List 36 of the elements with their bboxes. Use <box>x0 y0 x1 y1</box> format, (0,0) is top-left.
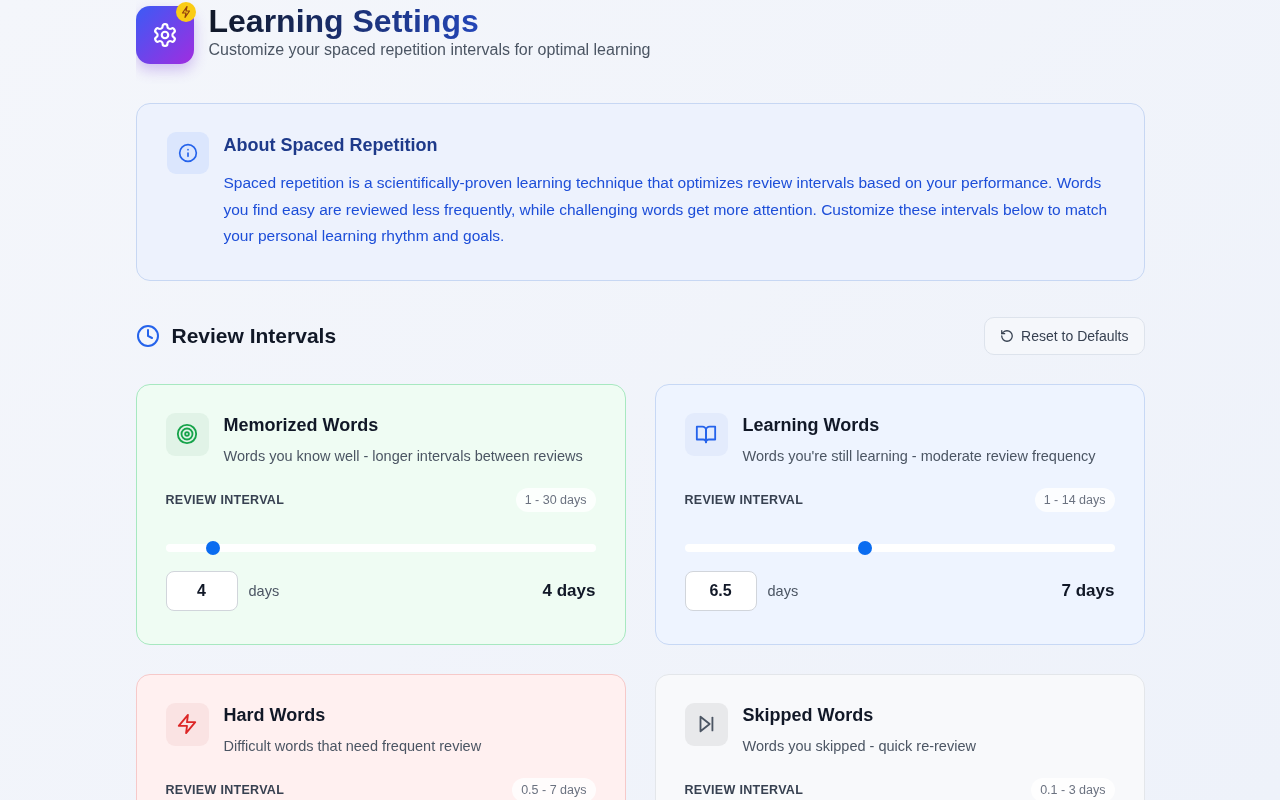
range-pill: 1 - 14 days <box>1034 487 1115 512</box>
lightning-badge-icon <box>175 2 196 22</box>
card-description: Difficult words that need frequent review <box>223 737 482 754</box>
page-subtitle: Customize your spaced repetition intervals for optimal learning <box>208 41 651 59</box>
reset-icon <box>1000 328 1015 343</box>
card-title: Skipped Words <box>742 704 875 726</box>
interval-label: REVIEW INTERVAL <box>684 782 804 797</box>
interval-slider[interactable] <box>684 543 1115 552</box>
card-description: Words you're still learning - moderate review frequency <box>742 447 1096 464</box>
clock-icon <box>135 323 160 348</box>
interval-input[interactable]: 6.5 <box>684 570 757 611</box>
section-title: Review Intervals <box>171 323 337 348</box>
card-title: Memorized Words <box>223 414 380 436</box>
range-pill: 0.1 - 3 days <box>1031 777 1115 800</box>
card-title: Hard Words <box>223 704 327 726</box>
gear-icon <box>135 6 194 64</box>
interval-input[interactable]: 4 <box>165 570 238 611</box>
unit-label: days <box>767 582 799 599</box>
info-text: Spaced repetition is a scientifically-proven learning technique that optimizes review intervals based on your performance. Words you find easy are reviewed less frequently, while challenging words get more attention. Customize these intervals below to match your personal learning rhythm and goals. <box>223 173 1109 246</box>
info-icon <box>166 132 209 174</box>
interval-label: REVIEW INTERVAL <box>165 492 285 507</box>
interval-result: 4 days <box>542 580 596 601</box>
card-description: Words you skipped - quick re-review <box>742 737 976 754</box>
interval-label: REVIEW INTERVAL <box>684 492 804 507</box>
unit-label: days <box>248 582 280 599</box>
range-pill: 1 - 30 days <box>515 487 596 512</box>
card-title: Learning Words <box>742 414 881 436</box>
slider-thumb[interactable] <box>205 540 220 555</box>
reset-button[interactable]: Reset to Defaults <box>984 316 1145 355</box>
range-pill: 0.5 - 7 days <box>512 777 596 800</box>
card-description: Words you know well - longer intervals between reviews <box>223 447 583 464</box>
slider-thumb[interactable] <box>858 540 873 555</box>
interval-result: 7 days <box>1061 580 1115 601</box>
interval-slider[interactable] <box>165 543 596 552</box>
interval-label: REVIEW INTERVAL <box>165 782 285 797</box>
info-title: About Spaced Repetition <box>223 135 439 156</box>
